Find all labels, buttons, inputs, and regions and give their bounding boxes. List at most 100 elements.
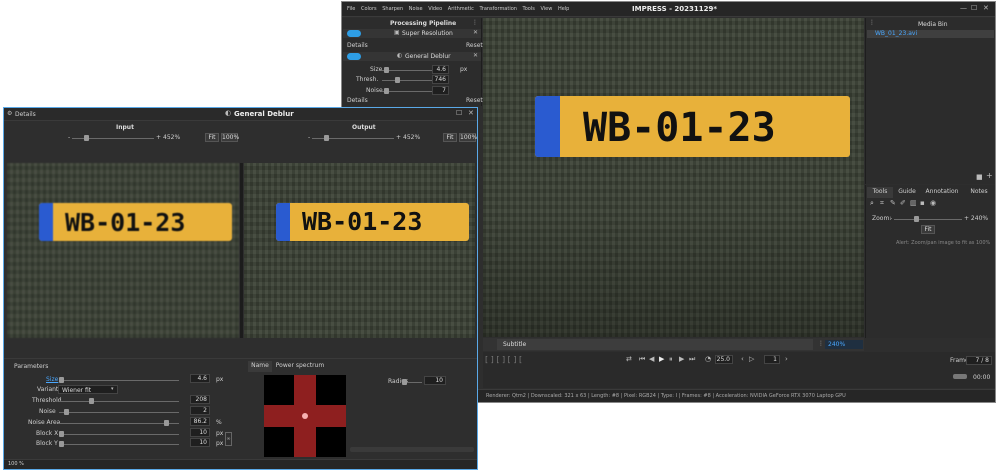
subtitle-tab[interactable]: Subtitle: [497, 339, 813, 350]
block-y-slider-track[interactable]: [59, 444, 179, 445]
add-icon[interactable]: +: [986, 172, 993, 180]
block-y-slider-handle[interactable]: [59, 441, 64, 447]
details-link[interactable]: Details: [347, 98, 368, 104]
histogram-icon[interactable]: ▥: [910, 200, 917, 207]
pause-icon[interactable]: ⏸: [669, 356, 673, 363]
threshold-slider-handle[interactable]: [89, 398, 94, 404]
input-100-button[interactable]: 100%: [221, 133, 239, 142]
size-slider-track[interactable]: [59, 380, 179, 381]
zoom-slider-handle[interactable]: [914, 216, 919, 222]
speed-icon[interactable]: ◔: [705, 356, 711, 363]
input-fit-button[interactable]: Fit: [205, 133, 219, 142]
step-forward-icon[interactable]: ▶: [679, 356, 684, 363]
eyedropper-icon[interactable]: ✎: [890, 200, 896, 207]
next-frame-icon[interactable]: ›: [785, 356, 788, 363]
maximize-icon[interactable]: ☐: [456, 110, 462, 117]
close-icon[interactable]: ✕: [983, 5, 989, 12]
crop-icon[interactable]: ⌗: [880, 200, 884, 207]
output-zoom-minus[interactable]: -: [308, 135, 310, 141]
menu-video[interactable]: Video: [428, 6, 442, 12]
input-zoom-plus[interactable]: +: [156, 135, 161, 141]
mark-in-icon[interactable]: [ ] [ ] [ ] [: [485, 356, 522, 364]
size-slider-handle[interactable]: [384, 67, 389, 73]
frame-skip-icon[interactable]: ▷: [749, 356, 754, 363]
input-zoom-handle[interactable]: [84, 135, 89, 141]
output-zoom-plus[interactable]: +: [396, 135, 401, 141]
media-file-item[interactable]: WB_01_23.avi: [867, 30, 994, 38]
input-zoom-minus[interactable]: -: [68, 135, 70, 141]
noise-area-slider-track[interactable]: [59, 423, 179, 424]
timeline-bar[interactable]: [953, 374, 967, 379]
block-y-input[interactable]: 10: [190, 438, 210, 447]
threshold-input[interactable]: 746: [432, 75, 449, 84]
remove-icon[interactable]: ✕: [473, 30, 478, 36]
frame-input[interactable]: 1: [764, 355, 780, 364]
noise-slider-handle[interactable]: [64, 409, 69, 415]
reset-link[interactable]: Reset: [466, 98, 483, 104]
noise-slider-handle[interactable]: [384, 88, 389, 94]
toggle-switch[interactable]: [347, 53, 361, 60]
noise-area-slider-handle[interactable]: [164, 420, 169, 426]
tab-tools[interactable]: Tools: [867, 187, 893, 198]
zoom-icon[interactable]: ⌕: [870, 200, 874, 207]
noise-slider-track[interactable]: [59, 412, 179, 413]
minimize-icon[interactable]: —: [960, 5, 967, 12]
threshold-slider-track[interactable]: [59, 401, 179, 402]
prev-frame-icon[interactable]: ‹: [741, 356, 744, 363]
radius-slider-handle[interactable]: [402, 379, 407, 385]
pipeline-item-general-deblur[interactable]: ◐ General Deblur ✕: [343, 52, 481, 61]
output-100-button[interactable]: 100%: [459, 133, 477, 142]
menu-tools[interactable]: Tools: [523, 6, 535, 12]
zoom-minus[interactable]: -: [890, 216, 892, 222]
tab-power-spectrum[interactable]: Power spectrum: [274, 361, 326, 372]
menu-sharpen[interactable]: Sharpen: [382, 6, 403, 12]
zoom-slider-track[interactable]: [894, 219, 962, 220]
eye-icon[interactable]: ◉: [930, 200, 936, 207]
horizontal-scrollbar[interactable]: [350, 447, 474, 452]
menu-file[interactable]: File: [347, 6, 355, 12]
more-icon[interactable]: ⋮: [818, 341, 824, 347]
tab-guide[interactable]: Guide: [894, 187, 920, 198]
input-image[interactable]: WB-01-23: [7, 163, 239, 338]
fit-button[interactable]: Fit: [921, 225, 935, 234]
block-x-slider-handle[interactable]: [59, 431, 64, 437]
tab-notes[interactable]: Notes: [964, 187, 994, 198]
output-fit-button[interactable]: Fit: [443, 133, 457, 142]
tab-annotation[interactable]: Annotation: [921, 187, 963, 198]
step-back-icon[interactable]: ◀: [649, 356, 654, 363]
radius-input[interactable]: 10: [424, 376, 446, 385]
tab-name[interactable]: Name: [248, 361, 272, 372]
size-input[interactable]: 4.6: [432, 65, 449, 74]
variant-select[interactable]: Wiener fit ▾: [58, 385, 118, 394]
more-icon[interactable]: ⋮: [472, 20, 478, 26]
noise-input[interactable]: 7: [432, 86, 449, 95]
remove-icon[interactable]: ✕: [473, 53, 478, 59]
menu-noise[interactable]: Noise: [409, 6, 423, 12]
threshold-input[interactable]: 208: [190, 395, 210, 404]
camera-icon[interactable]: ▪: [920, 200, 925, 207]
menu-transformation[interactable]: Transformation: [479, 6, 517, 12]
main-viewer[interactable]: WB-01-23: [483, 18, 864, 337]
pen-icon[interactable]: ✐: [900, 200, 906, 207]
menu-colors[interactable]: Colors: [361, 6, 377, 12]
toggle-switch[interactable]: [347, 30, 361, 37]
close-icon[interactable]: ✕: [468, 110, 474, 117]
menu-arithmetic[interactable]: Arithmetic: [448, 6, 474, 12]
more-icon[interactable]: ⋮: [869, 20, 875, 26]
size-input[interactable]: 4.6: [190, 374, 210, 383]
details-link[interactable]: Details: [347, 43, 368, 49]
output-image[interactable]: WB-01-23: [244, 163, 475, 338]
skip-end-icon[interactable]: ⏭: [689, 356, 695, 363]
link-icon[interactable]: ∞: [225, 432, 232, 446]
fps-input[interactable]: 25.0: [715, 355, 733, 364]
folder-icon[interactable]: ■: [976, 174, 983, 181]
play-icon[interactable]: ▶: [659, 356, 664, 363]
skip-start-icon[interactable]: ⏮: [639, 356, 645, 363]
menu-help[interactable]: Help: [558, 6, 569, 12]
threshold-slider-handle[interactable]: [395, 77, 400, 83]
maximize-icon[interactable]: ☐: [971, 5, 977, 12]
pipeline-item-super-resolution[interactable]: ▣ Super Resolution ✕: [343, 29, 481, 38]
noise-input[interactable]: 2: [190, 406, 210, 415]
block-x-input[interactable]: 10: [190, 428, 210, 437]
output-zoom-handle[interactable]: [324, 135, 329, 141]
